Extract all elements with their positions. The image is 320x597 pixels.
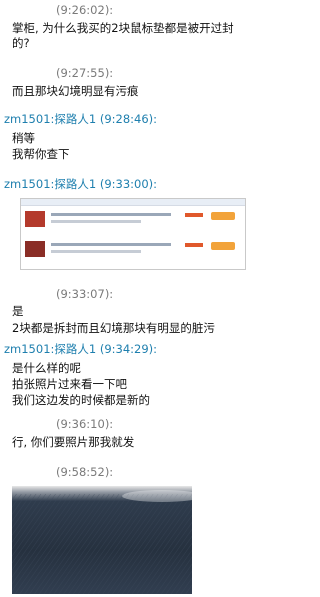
screenshot-row [25, 211, 239, 233]
message-text: 掌柜, 为什么我买的2块鼠标垫都是被开过封 [12, 21, 234, 35]
sender-name: zm1501:探路人1 [4, 342, 97, 356]
message-timestamp: (9:33:00): [99, 177, 158, 191]
sender-name: zm1501:探路人1 [4, 112, 97, 126]
screenshot-row [25, 241, 239, 263]
message-header: zm1501:探路人1 (9:28:46): [4, 111, 157, 127]
message-timestamp: (9:27:55): [56, 66, 114, 80]
chat-message: zm1501:探路人1 (9:28:46): 稍等 我帮你查下 [0, 111, 279, 163]
chat-message: (9:27:55): 而且那块幻境明显有污痕 [0, 65, 279, 101]
message-timestamp: (9:26:02): [56, 3, 114, 17]
product-action-mark [211, 242, 235, 250]
chat-message: (9:58:52): [0, 464, 279, 594]
product-thumbnail [25, 211, 45, 227]
message-text: 是什么样的呢 [12, 361, 81, 375]
chat-message: (9:36:10): 行, 你们要照片那我就发 [0, 416, 279, 452]
product-action-mark [211, 212, 235, 220]
product-thumbnail [25, 241, 45, 257]
message-timestamp: (9:36:10): [56, 417, 114, 431]
message-timestamp: (9:28:46): [99, 112, 158, 126]
message-text: 我们这边发的时候都是新的 [12, 393, 150, 407]
screenshot-toolbar [21, 199, 245, 206]
mousepad-photo [12, 486, 192, 594]
message-header: zm1501:探路人1 (9:33:00): [4, 176, 157, 192]
chat-message: (9:33:07): 是 2块都是拆封而且幻境那块有明显的脏污 [0, 286, 279, 335]
product-detail-line [51, 220, 141, 223]
message-text: 稍等 [12, 131, 35, 145]
screenshot-attachment[interactable] [20, 198, 246, 270]
product-price-mark [185, 213, 203, 217]
message-text: 而且那块幻境明显有污痕 [12, 84, 139, 98]
product-detail-line [51, 250, 141, 253]
photo-attachment[interactable] [12, 486, 192, 594]
product-title-line [51, 213, 171, 216]
message-timestamp: (9:58:52): [56, 465, 114, 479]
chat-message: zm1501:探路人1 (9:33:00): [0, 176, 279, 276]
message-text: 拍张照片过来看一下吧 [12, 377, 127, 391]
message-text: 我帮你查下 [12, 147, 70, 161]
message-text: 是 [12, 304, 24, 318]
message-header: zm1501:探路人1 (9:34:29): [4, 341, 157, 357]
product-price-mark [185, 243, 203, 247]
product-title-line [51, 243, 171, 246]
message-timestamp: (9:34:29): [99, 342, 158, 356]
chat-message: (9:26:02): 掌柜, 为什么我买的2块鼠标垫都是被开过封 的? [0, 2, 279, 50]
message-text: 行, 你们要照片那我就发 [12, 435, 135, 449]
message-text: 的? [12, 36, 30, 50]
chat-message: zm1501:探路人1 (9:34:29): 是什么样的呢 拍张照片过来看一下吧… [0, 341, 279, 407]
message-text: 2块都是拆封而且幻境那块有明显的脏污 [12, 321, 215, 335]
sender-name: zm1501:探路人1 [4, 177, 97, 191]
message-timestamp: (9:33:07): [56, 287, 114, 301]
chat-log: (9:26:02): 掌柜, 为什么我买的2块鼠标垫都是被开过封 的? (9:2… [0, 0, 279, 597]
